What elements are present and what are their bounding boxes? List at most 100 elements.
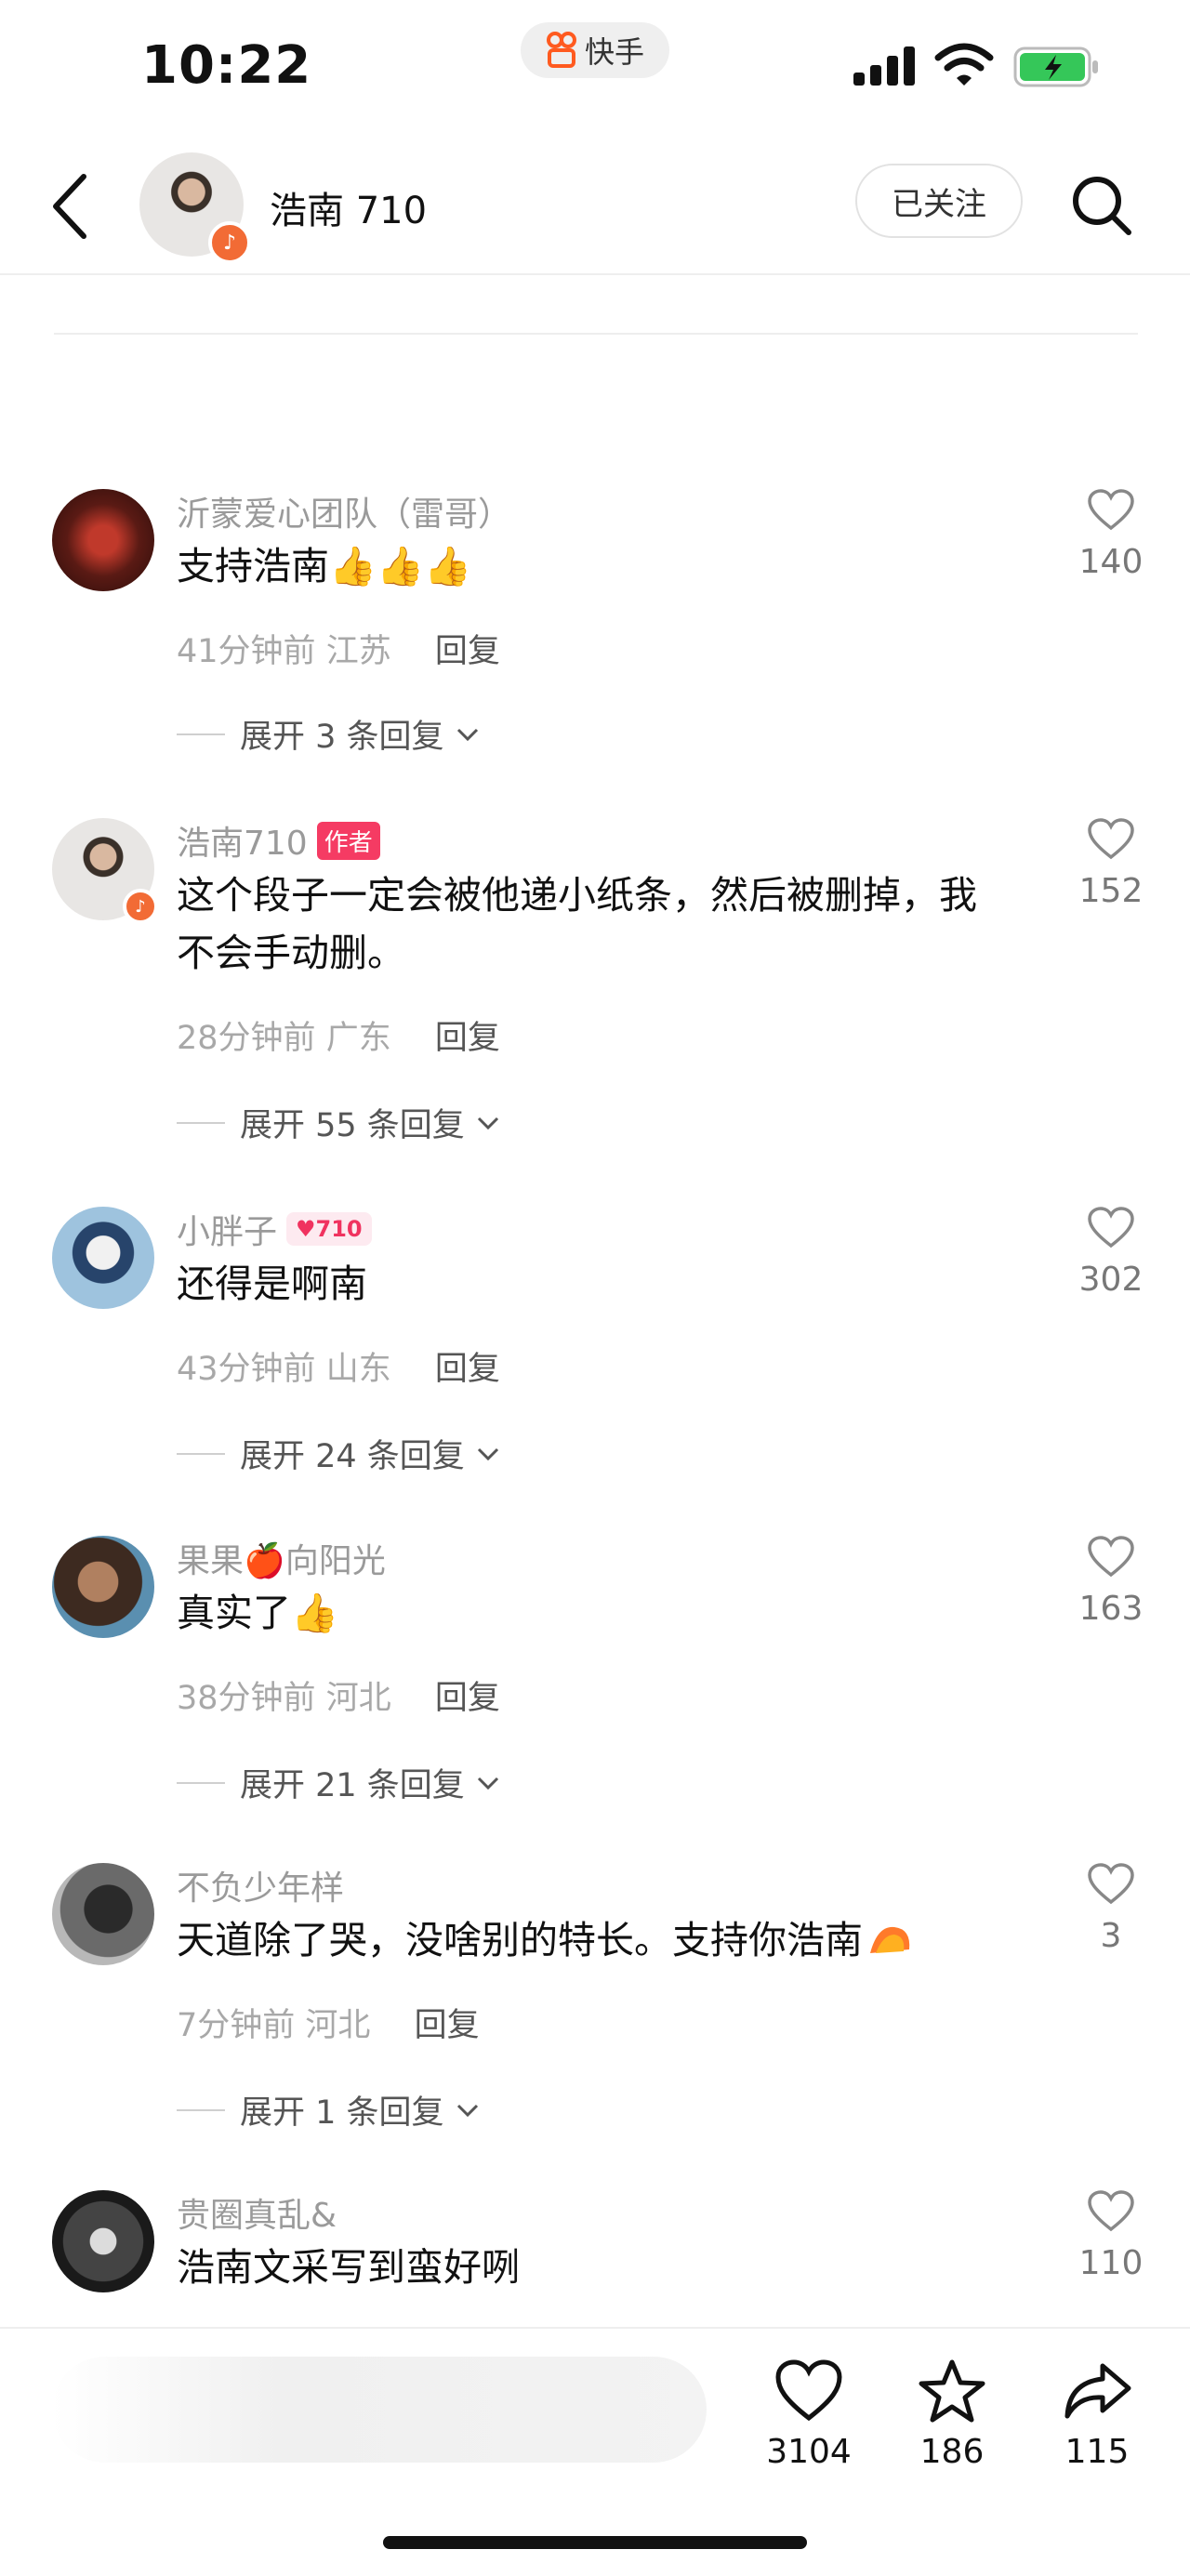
home-indicator[interactable] <box>383 2536 807 2549</box>
status-time: 10:22 <box>141 35 312 96</box>
reply-button[interactable]: 回复 <box>435 1351 500 1388</box>
comment-location: 广东 <box>325 1020 391 1057</box>
expand-replies[interactable]: 展开 55 条回复 <box>177 1099 500 1146</box>
comment-time: 28分钟前 <box>177 1020 316 1057</box>
heart-outline-icon <box>1088 818 1134 860</box>
commenter-avatar[interactable] <box>52 1863 154 1965</box>
expand-replies[interactable]: 展开 3 条回复 <box>177 710 480 758</box>
comment-text: 这个段子一定会被他递小纸条，然后被删掉，我不会手动删。 <box>177 873 977 975</box>
commenter-name[interactable]: 果果🍎向阳光 <box>177 1534 386 1582</box>
profile-header: ♪ 浩南 710 已关注 <box>0 139 1190 275</box>
search-icon[interactable] <box>1069 173 1134 238</box>
commenter-avatar[interactable] <box>52 1536 154 1638</box>
heart-outline-icon <box>1088 1207 1134 1248</box>
expand-divider <box>177 1452 225 1455</box>
following-button[interactable]: 已关注 <box>855 164 1023 238</box>
comment-input[interactable] <box>52 2357 707 2463</box>
wifi-icon <box>934 43 994 86</box>
favorite-button[interactable]: 186 <box>896 2358 1008 2471</box>
chevron-down-icon <box>456 2104 478 2117</box>
star-icon <box>919 2359 985 2423</box>
reply-button[interactable]: 回复 <box>435 1020 500 1057</box>
comment-text: 浩南文采写到蛮好咧 <box>177 2245 520 2290</box>
music-note-icon: ♪ <box>123 889 158 924</box>
heart-outline-icon <box>1088 489 1134 531</box>
comment-text: 天道除了哭，没啥别的特长。支持你浩南 <box>177 1911 995 1969</box>
author-avatar[interactable]: ♪ <box>139 152 251 264</box>
commenter-name[interactable]: 小胖子 <box>177 1205 277 1253</box>
expand-replies-label: 展开 21 条回复 <box>240 1767 465 1804</box>
reply-button[interactable]: 回复 <box>435 633 500 670</box>
comment-time: 41分钟前 <box>177 633 316 670</box>
comment-time: 43分钟前 <box>177 1351 316 1388</box>
commenter-avatar[interactable]: ♪ <box>52 818 158 924</box>
expand-replies-label: 展开 24 条回复 <box>240 1438 465 1475</box>
heart-outline-icon <box>1088 1536 1134 1578</box>
expand-divider <box>177 2108 225 2111</box>
fan-level-badge: ♥710 <box>286 1212 372 1246</box>
like-count: 110 <box>1078 2244 1144 2282</box>
status-bar: 10:22 快手 <box>0 0 1190 139</box>
comment-like[interactable]: 163 <box>1069 1536 1153 1628</box>
heart-outline-icon <box>1088 1863 1134 1905</box>
like-button[interactable]: 3104 <box>753 2358 865 2471</box>
share-total: 115 <box>1064 2433 1130 2471</box>
expand-replies-label: 展开 3 条回复 <box>240 719 444 756</box>
comment-like[interactable]: 302 <box>1069 1207 1153 1299</box>
heart-icon <box>775 2359 842 2422</box>
expand-divider <box>177 733 225 735</box>
reply-button[interactable]: 回复 <box>435 1680 500 1717</box>
expand-replies[interactable]: 展开 24 条回复 <box>177 1430 500 1477</box>
expand-replies-label: 展开 55 条回复 <box>240 1107 465 1144</box>
expand-replies-label: 展开 1 条回复 <box>240 2094 444 2132</box>
commenter-name[interactable]: 浩南710 <box>177 816 308 865</box>
author-badge: 作者 <box>316 821 380 860</box>
expand-divider <box>177 1121 225 1124</box>
music-note-icon: ♪ <box>208 221 251 264</box>
section-divider <box>54 333 1138 335</box>
chevron-down-icon <box>477 1777 498 1790</box>
comment-text: 支持浩南👍👍👍 <box>177 544 472 588</box>
like-count: 302 <box>1078 1261 1144 1299</box>
kuaishou-logo-icon <box>546 32 576 68</box>
comment-like[interactable]: 140 <box>1069 489 1153 581</box>
comment-location: 河北 <box>305 2007 371 2044</box>
expand-replies[interactable]: 展开 21 条回复 <box>177 1759 500 1806</box>
commenter-name[interactable]: 沂蒙爱心团队（雷哥） <box>177 487 511 535</box>
sticker-666-icon <box>870 1926 910 1953</box>
cellular-signal-icon <box>853 46 915 86</box>
comment-time: 38分钟前 <box>177 1680 316 1717</box>
like-count: 163 <box>1078 1590 1144 1628</box>
commenter-avatar[interactable] <box>52 1207 154 1309</box>
comment-like[interactable]: 3 <box>1069 1863 1153 1955</box>
app-name: 快手 <box>584 34 644 70</box>
expand-replies[interactable]: 展开 1 条回复 <box>177 2086 480 2133</box>
comment-like[interactable]: 110 <box>1069 2190 1153 2282</box>
comment-time: 7分钟前 <box>177 2007 296 2044</box>
like-count: 152 <box>1078 872 1144 910</box>
comment-meta: 28分钟前 广东 回复 <box>177 1011 500 1059</box>
comment-meta: 7分钟前 河北 回复 <box>177 1999 480 2046</box>
share-arrow-icon <box>1064 2363 1131 2419</box>
like-count: 140 <box>1078 543 1144 581</box>
chevron-down-icon <box>477 1447 498 1460</box>
battery-charging-icon <box>1013 46 1098 87</box>
commenter-avatar[interactable] <box>52 489 154 591</box>
comment-location: 江苏 <box>325 633 391 670</box>
comment-like[interactable]: 152 <box>1069 818 1153 910</box>
commenter-avatar[interactable] <box>52 2190 154 2292</box>
heart-outline-icon <box>1088 2190 1134 2232</box>
like-total: 3104 <box>766 2433 852 2471</box>
share-button[interactable]: 115 <box>1041 2358 1153 2471</box>
comment-text: 真实了👍 <box>177 1591 339 1635</box>
favorite-total: 186 <box>919 2433 985 2471</box>
comment-meta: 38分钟前 河北 回复 <box>177 1671 500 1719</box>
commenter-name[interactable]: 不负少年样 <box>177 1861 344 1909</box>
comment-location: 河北 <box>325 1680 391 1717</box>
commenter-name[interactable]: 贵圈真乱& <box>177 2188 337 2237</box>
comment-meta: 41分钟前 江苏 回复 <box>177 625 500 672</box>
app-indicator[interactable]: 快手 <box>521 22 669 78</box>
reply-button[interactable]: 回复 <box>415 2007 480 2044</box>
back-arrow-icon[interactable] <box>46 171 93 242</box>
author-name[interactable]: 浩南 710 <box>270 180 427 234</box>
